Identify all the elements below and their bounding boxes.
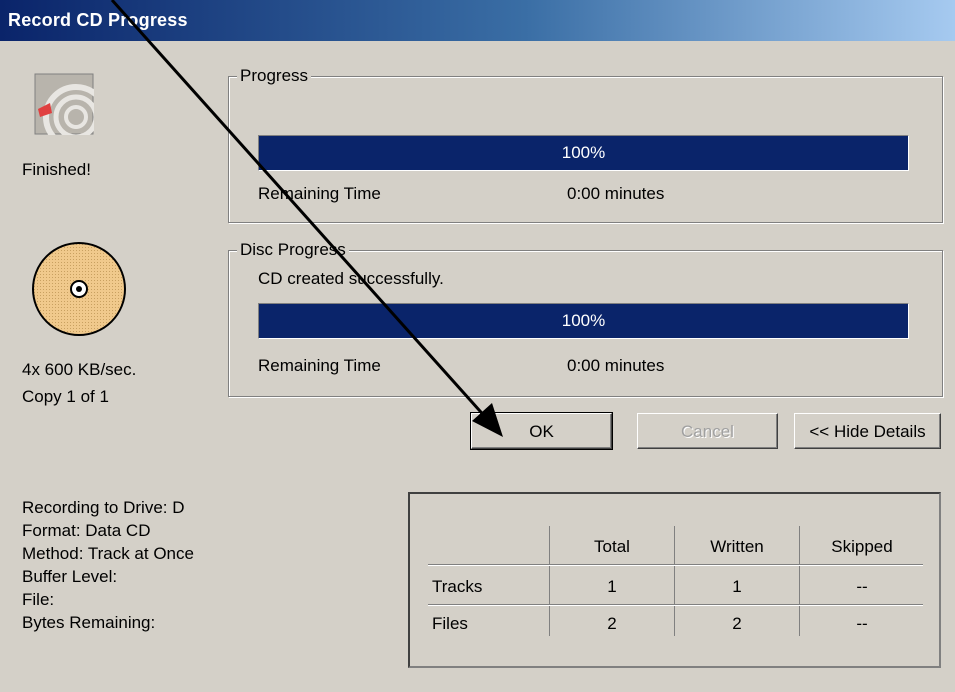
- table-divider: [428, 604, 923, 605]
- detail-file: File:: [22, 590, 55, 609]
- disc-remaining-value: 0:00 minutes: [567, 356, 665, 375]
- burn-speed: 4x 600 KB/sec.: [22, 360, 137, 379]
- overall-remaining-label: Remaining Time: [258, 184, 381, 203]
- detail-buffer: Buffer Level:: [22, 567, 118, 586]
- disc-remaining-label: Remaining Time: [258, 356, 381, 375]
- hide-details-button[interactable]: << Hide Details: [794, 413, 941, 449]
- detail-method: Method: Track at Once: [22, 544, 194, 563]
- table-header-skipped: Skipped: [831, 537, 893, 556]
- disc-progress-bar: 100%: [258, 303, 909, 339]
- overall-remaining-value: 0:00 minutes: [567, 184, 665, 203]
- stats-table: Total Written Skipped Tracks 1 1 -- File…: [408, 492, 941, 668]
- table-cell-files-written: 2: [732, 614, 742, 633]
- table-cell-tracks-written: 1: [732, 577, 742, 596]
- table-header-total: Total: [594, 537, 630, 556]
- detail-bytes: Bytes Remaining:: [22, 613, 156, 632]
- copy-count: Copy 1 of 1: [22, 387, 109, 406]
- table-cell-tracks-skipped: --: [856, 577, 868, 596]
- overall-progress-percent: 100%: [561, 143, 606, 162]
- table-cell-files-total: 2: [607, 614, 617, 633]
- table-header-written: Written: [710, 537, 764, 556]
- cancel-button[interactable]: Cancel: [637, 413, 778, 449]
- detail-drive: Recording to Drive: D: [22, 498, 185, 517]
- title-bar: Record CD Progress: [0, 0, 955, 41]
- table-cell-files-skipped: --: [856, 614, 868, 633]
- overall-progress-bar: 100%: [258, 135, 909, 171]
- table-cell-tracks-total: 1: [607, 577, 617, 596]
- table-row-label-files: Files: [432, 614, 468, 633]
- cd-burner-icon: [34, 73, 109, 150]
- disc-progress-percent: 100%: [561, 311, 606, 330]
- status-message: Finished!: [22, 160, 91, 179]
- table-divider: [428, 564, 923, 565]
- disc-progress-group-label: Disc Progress: [237, 240, 349, 260]
- disc-icon: [31, 241, 127, 337]
- table-row-label-tracks: Tracks: [432, 577, 483, 596]
- detail-format: Format: Data CD: [22, 521, 151, 540]
- ok-button[interactable]: OK: [470, 412, 613, 450]
- progress-group-label: Progress: [237, 66, 312, 86]
- window-title: Record CD Progress: [8, 10, 188, 30]
- disc-status-text: CD created successfully.: [258, 269, 444, 288]
